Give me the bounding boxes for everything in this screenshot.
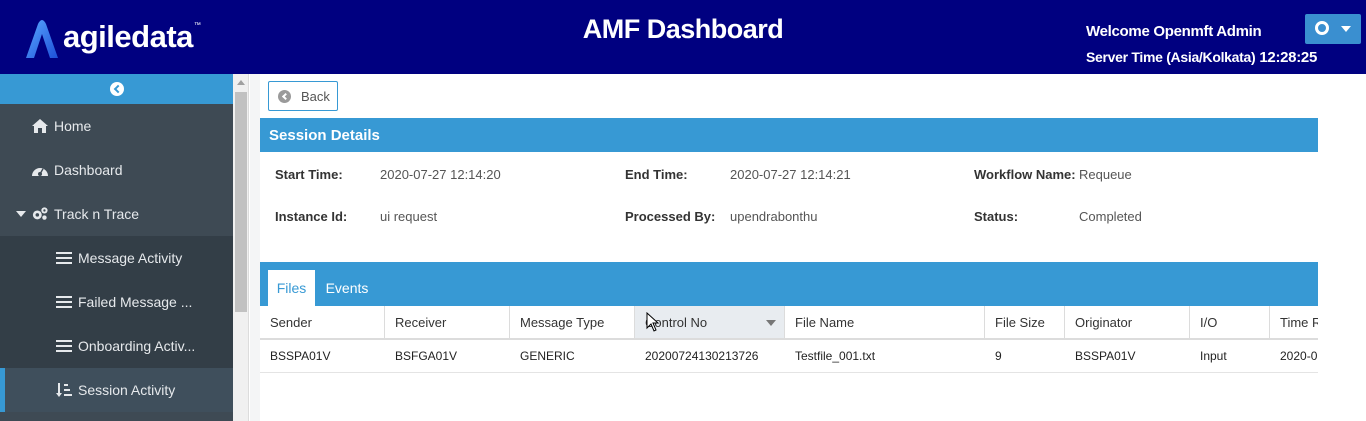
caret-down-icon (16, 211, 26, 217)
processed-by-value: upendrabonthu (730, 209, 818, 224)
gears-icon (32, 206, 48, 222)
tab-bar: Files Events (260, 262, 1318, 306)
tab-files[interactable]: Files (268, 270, 315, 306)
sidebar-item-message-activity[interactable]: Message Activity (0, 236, 233, 280)
cell-sender: BSSPA01V (270, 349, 331, 363)
tab-events[interactable]: Events (322, 270, 372, 306)
sidebar-item-onboarding-activity[interactable]: Onboarding Activ... (0, 324, 233, 368)
instance-id-label: Instance Id: (275, 209, 348, 224)
table-row[interactable]: BSSPA01V BSFGA01V GENERIC 20200724130213… (260, 340, 1318, 373)
cell-file-name: Testfile_001.txt (795, 349, 876, 363)
sidebar-item-label: Dashboard (54, 162, 123, 178)
sidebar-collapse-button[interactable] (0, 74, 233, 104)
cell-receiver: BSFGA01V (395, 349, 458, 363)
user-menu-button[interactable] (1305, 14, 1361, 44)
chevron-down-icon (1341, 26, 1351, 32)
app-header: agiledata ™ AMF Dashboard Welcome Openmf… (0, 0, 1366, 74)
cell-originator: BSSPA01V (1075, 349, 1136, 363)
column-menu-icon[interactable] (766, 320, 776, 326)
scrollbar-thumb[interactable] (235, 92, 247, 312)
table-header-row: Sender Receiver Message Type Control No … (260, 306, 1318, 340)
status-label: Status: (974, 209, 1019, 224)
arrow-left-circle-icon (278, 89, 291, 103)
sidebar-scrollbar[interactable] (233, 74, 249, 421)
session-details-panel: Start Time: 2020-07-27 12:14:20 End Time… (260, 152, 1318, 262)
cell-io: Input (1200, 349, 1227, 363)
sort-list-icon (56, 382, 72, 398)
list-icon (56, 296, 72, 308)
list-icon (56, 252, 72, 264)
back-button[interactable]: Back (268, 81, 338, 111)
home-icon (32, 119, 48, 133)
content-gutter (250, 74, 260, 421)
sidebar-item-label: Home (54, 118, 92, 134)
column-header-sender[interactable]: Sender (260, 306, 385, 338)
column-header-receiver[interactable]: Receiver (385, 306, 510, 338)
server-time: Server Time (Asia/Kolkata) 12:28:25 (1086, 49, 1317, 66)
scroll-up-arrow-icon[interactable] (237, 80, 245, 85)
sidebar-item-session-activity[interactable]: Session Activity (0, 368, 233, 412)
settings-icon (1315, 21, 1329, 35)
start-time-label: Start Time: (275, 167, 343, 182)
workflow-name-value: Requeue (1079, 167, 1132, 182)
sidebar-item-home[interactable]: Home (0, 104, 233, 148)
column-header-originator[interactable]: Originator (1065, 306, 1190, 338)
session-details-header: Session Details (260, 118, 1318, 152)
column-header-message-type[interactable]: Message Type (510, 306, 635, 338)
sidebar-item-label: Track n Trace (54, 206, 140, 222)
files-table: Sender Receiver Message Type Control No … (260, 306, 1318, 373)
back-button-label: Back (301, 88, 330, 104)
end-time-label: End Time: (625, 167, 688, 182)
server-time-label: Server Time (Asia/Kolkata) (1086, 49, 1256, 65)
list-icon (56, 340, 72, 352)
server-clock: 12:28:25 (1259, 49, 1318, 66)
instance-id-value: ui request (380, 209, 438, 224)
cell-message-type: GENERIC (520, 349, 575, 363)
welcome-text: Welcome Openmft Admin (1086, 23, 1262, 40)
column-header-file-size[interactable]: File Size (985, 306, 1065, 338)
sidebar-item-track-n-trace[interactable]: Track n Trace (0, 192, 233, 236)
sidebar-item-label: Session Activity (78, 382, 176, 398)
workflow-name-label: Workflow Name: (974, 167, 1076, 182)
column-header-file-name[interactable]: File Name (785, 306, 985, 338)
mouse-cursor-icon (646, 312, 660, 332)
sidebar-item-label: Message Activity (78, 250, 183, 266)
start-time-value: 2020-07-27 12:14:20 (380, 167, 501, 182)
dashboard-gauge-icon (32, 164, 48, 177)
session-details-title: Session Details (269, 126, 380, 144)
end-time-value: 2020-07-27 12:14:21 (730, 167, 851, 182)
sidebar-item-dashboard[interactable]: Dashboard (0, 148, 233, 192)
status-value: Completed (1079, 209, 1142, 224)
sidebar-item-label: Failed Message ... (78, 294, 193, 310)
column-header-io[interactable]: I/O (1190, 306, 1270, 338)
column-header-time[interactable]: Time R (1270, 306, 1318, 338)
sidebar-item-label: Onboarding Activ... (78, 338, 196, 354)
cell-time: 2020-0 (1280, 349, 1318, 363)
sidebar-item-failed-message[interactable]: Failed Message ... (0, 280, 233, 324)
cell-file-size: 9 (995, 349, 1002, 363)
chevron-left-circle-icon (109, 82, 124, 96)
sidebar: Home Dashboard Track n Trace Message Act… (0, 74, 233, 421)
processed-by-label: Processed By: (625, 209, 716, 224)
cell-control-no: 20200724130213726 (645, 349, 759, 363)
